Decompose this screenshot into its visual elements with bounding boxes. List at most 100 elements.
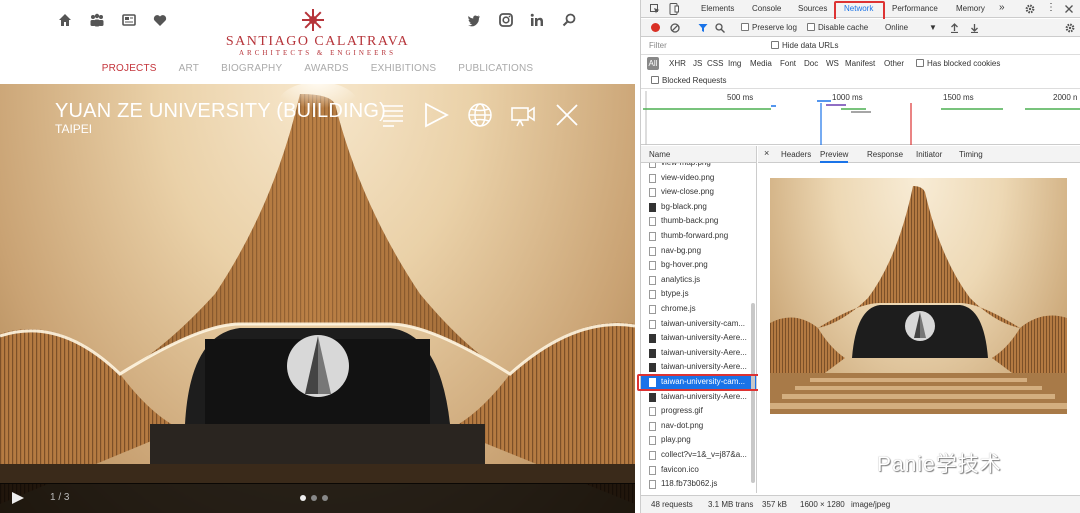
instagram-icon[interactable] <box>498 12 514 28</box>
network-settings-icon[interactable] <box>1065 23 1075 33</box>
request-row[interactable]: view-video.png <box>641 171 756 186</box>
tab-memory[interactable]: Memory <box>956 4 985 13</box>
chevron-down-icon[interactable]: ▼ <box>929 23 937 32</box>
filter-icon[interactable] <box>698 23 708 33</box>
request-row[interactable]: bg-hover.png <box>641 258 756 273</box>
heart-icon[interactable] <box>152 12 168 28</box>
globe-icon[interactable] <box>467 102 493 128</box>
request-row[interactable]: bg-black.png <box>641 200 756 215</box>
request-row[interactable]: thumb-forward.png <box>641 229 756 244</box>
type-doc[interactable]: Doc <box>804 59 818 68</box>
request-row[interactable]: collect?v=1&_v=j87&a... <box>641 448 756 463</box>
play-triangle-icon[interactable] <box>423 102 449 128</box>
request-row[interactable]: view-map.png <box>641 163 756 171</box>
request-row[interactable]: thumb-back.png <box>641 214 756 229</box>
linkedin-icon[interactable] <box>529 12 545 28</box>
request-row[interactable]: taiwan-university-Aere... <box>641 390 756 405</box>
settings-gear-icon[interactable] <box>1025 4 1035 14</box>
hide-data-urls-checkbox[interactable]: Hide data URLs <box>771 41 838 50</box>
request-row[interactable]: play.png <box>641 433 756 448</box>
network-timeline: 500 ms 1000 ms 1500 ms 2000 n <box>641 89 1080 145</box>
file-icon <box>649 392 656 402</box>
home-icon[interactable] <box>57 12 73 28</box>
type-media[interactable]: Media <box>750 59 772 68</box>
twitter-icon[interactable] <box>466 12 482 28</box>
file-icon <box>649 275 656 285</box>
request-row[interactable]: 118.fb73b062.js <box>641 477 756 492</box>
record-icon[interactable] <box>651 23 660 32</box>
has-blocked-cookies-checkbox[interactable]: Has blocked cookies <box>916 59 1000 68</box>
calatrava-logo-icon[interactable] <box>302 9 324 31</box>
tab-preview[interactable]: Preview <box>820 150 849 163</box>
text-icon[interactable] <box>380 102 406 128</box>
news-icon[interactable] <box>121 12 137 28</box>
more-tabs-button[interactable]: » <box>999 2 1005 13</box>
request-row[interactable]: view-close.png <box>641 185 756 200</box>
request-name: 118.fb73b062.js <box>661 479 718 489</box>
tab-headers[interactable]: Headers <box>781 150 811 159</box>
tab-elements[interactable]: Elements <box>701 4 734 13</box>
logo-name[interactable]: SANTIAGO CALATRAVA <box>0 34 635 50</box>
search-icon[interactable] <box>561 12 577 28</box>
request-row[interactable]: analytics.js <box>641 273 756 288</box>
close-icon[interactable] <box>554 102 580 128</box>
nav-awards[interactable]: AWARDS <box>304 63 348 74</box>
kebab-menu-icon[interactable]: ⋮ <box>1046 2 1056 13</box>
request-row[interactable]: taiwan-university-Aere... <box>641 331 756 346</box>
tab-sources[interactable]: Sources <box>798 4 827 13</box>
nav-projects[interactable]: PROJECTS <box>102 63 157 74</box>
slide-dot[interactable] <box>300 495 306 501</box>
clear-icon[interactable] <box>670 23 680 33</box>
type-manifest[interactable]: Manifest <box>845 59 875 68</box>
nav-exhibitions[interactable]: EXHIBITIONS <box>371 63 437 74</box>
column-name-header[interactable]: Name <box>649 150 670 159</box>
import-icon[interactable] <box>950 23 959 33</box>
tab-initiator[interactable]: Initiator <box>916 150 942 159</box>
tab-timing[interactable]: Timing <box>959 150 983 159</box>
request-row[interactable]: progress.gif <box>641 404 756 419</box>
slide-dot[interactable] <box>311 495 317 501</box>
disable-cache-checkbox[interactable]: Disable cache <box>807 23 868 32</box>
nav-art[interactable]: ART <box>179 63 199 74</box>
blocked-requests-checkbox[interactable]: Blocked Requests <box>651 76 726 85</box>
inspect-element-icon[interactable] <box>650 4 660 14</box>
tab-response[interactable]: Response <box>867 150 903 159</box>
type-css[interactable]: CSS <box>707 59 723 68</box>
device-toolbar-icon[interactable] <box>669 3 679 15</box>
type-ws[interactable]: WS <box>826 59 839 68</box>
request-row[interactable]: favicon.ico <box>641 463 756 478</box>
network-tab-highlight <box>834 1 885 21</box>
export-icon[interactable] <box>970 23 979 33</box>
request-row[interactable]: nav-dot.png <box>641 419 756 434</box>
request-row[interactable]: btype.js <box>641 287 756 302</box>
play-icon[interactable] <box>10 491 26 505</box>
type-other[interactable]: Other <box>884 59 904 68</box>
request-name: chrome.js <box>661 304 696 313</box>
search-icon[interactable] <box>715 23 725 33</box>
nav-publications[interactable]: PUBLICATIONS <box>458 63 533 74</box>
type-js[interactable]: JS <box>693 59 702 68</box>
request-row[interactable]: nav-bg.png <box>641 244 756 259</box>
throttling-select[interactable]: Online <box>885 23 908 32</box>
request-row[interactable]: taiwan-university-Aere... <box>641 346 756 361</box>
type-font[interactable]: Font <box>780 59 796 68</box>
type-all[interactable]: All <box>647 57 659 70</box>
nav-biography[interactable]: BIOGRAPHY <box>221 63 282 74</box>
video-camera-icon[interactable] <box>510 102 536 128</box>
close-devtools-icon[interactable] <box>1065 5 1073 13</box>
filter-input[interactable]: Filter <box>649 41 667 50</box>
tab-performance[interactable]: Performance <box>892 4 938 13</box>
request-row[interactable]: taiwan-university-cam... <box>641 317 756 332</box>
request-row[interactable]: chrome.js <box>641 302 756 317</box>
close-detail-icon[interactable]: × <box>764 148 769 158</box>
type-img[interactable]: Img <box>728 59 741 68</box>
type-xhr[interactable]: XHR <box>669 59 686 68</box>
screenshot-root: SANTIAGO CALATRAVA ARCHITECTS & ENGINEER… <box>0 0 1080 513</box>
tab-console[interactable]: Console <box>752 4 781 13</box>
people-icon[interactable] <box>89 12 105 28</box>
requests-scrollbar[interactable] <box>751 303 755 483</box>
request-name: taiwan-university-Aere... <box>661 347 747 357</box>
request-row[interactable]: taiwan-university-Aere... <box>641 360 756 375</box>
preserve-log-checkbox[interactable]: Preserve log <box>741 23 797 32</box>
slide-dot[interactable] <box>322 495 328 501</box>
